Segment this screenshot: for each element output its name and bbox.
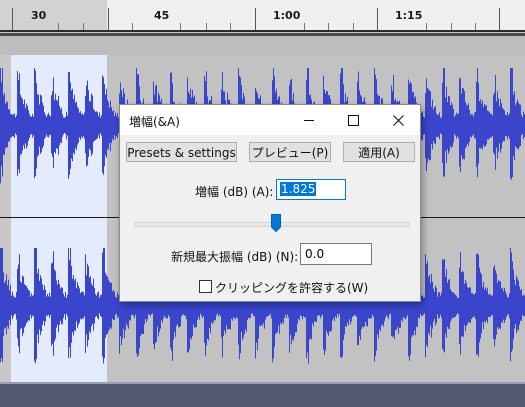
new-peak-input[interactable]: 0.0 — [300, 243, 372, 265]
amplification-input[interactable]: 1.825 — [276, 179, 346, 200]
ruler-minor-tick — [206, 23, 207, 30]
minimize-button[interactable] — [287, 105, 331, 135]
amplify-dialog: 増幅(&A) Presets & settings プレビュー(P) 適用(A)… — [119, 104, 421, 302]
new-peak-label: 新規最大振幅 (dB) (N): — [171, 250, 299, 264]
ruler-major-tick — [12, 8, 13, 30]
ruler-minor-tick — [426, 23, 427, 30]
track-bottom-strip — [0, 382, 525, 407]
presets-settings-button[interactable]: Presets & settings — [126, 142, 237, 162]
ruler-label-45: 45 — [154, 9, 170, 22]
ruler-bottom-border — [0, 30, 525, 32]
ruler-major-tick — [108, 8, 109, 30]
amplification-value: 1.825 — [280, 182, 317, 196]
apply-button[interactable]: 適用(A) — [343, 142, 415, 162]
ruler-minor-tick — [83, 23, 84, 30]
track-bottom-highlight — [0, 382, 525, 384]
close-icon — [392, 114, 404, 126]
ruler-minor-tick — [180, 23, 181, 30]
ruler-label-1-00: 1:00 — [273, 9, 301, 22]
ruler-label-1-15: 1:15 — [395, 9, 423, 22]
ruler-label-30: 30 — [31, 9, 47, 22]
ruler-minor-tick — [475, 23, 476, 30]
dialog-titlebar[interactable]: 増幅(&A) — [120, 105, 420, 135]
ruler-minor-tick — [304, 23, 305, 30]
preview-button[interactable]: プレビュー(P) — [249, 142, 331, 162]
slider-thumb-icon[interactable] — [271, 214, 282, 232]
allow-clipping-checkbox[interactable] — [199, 280, 212, 293]
allow-clipping-label[interactable]: クリッピングを許容する(W) — [215, 279, 368, 296]
track-area-gap — [0, 36, 525, 55]
amplification-label: 増幅 (dB) (A): — [195, 185, 274, 199]
ruler-selection-region — [0, 0, 107, 30]
minimize-icon — [304, 119, 314, 121]
ruler-major-tick — [377, 8, 378, 30]
ruler-minor-tick — [353, 23, 354, 30]
ruler-minor-tick — [230, 23, 231, 30]
close-button[interactable] — [376, 105, 420, 135]
maximize-button[interactable] — [331, 105, 375, 135]
timeline-ruler[interactable]: 30 45 1:00 1:15 — [0, 0, 525, 30]
ruler-minor-tick — [328, 23, 329, 30]
ruler-minor-tick — [451, 23, 452, 30]
dialog-title: 増幅(&A) — [129, 115, 180, 129]
ruler-major-tick — [255, 8, 256, 30]
ruler-minor-tick — [132, 23, 133, 30]
ruler-minor-tick — [58, 23, 59, 30]
ruler-major-tick — [499, 8, 500, 30]
maximize-icon — [347, 114, 359, 126]
